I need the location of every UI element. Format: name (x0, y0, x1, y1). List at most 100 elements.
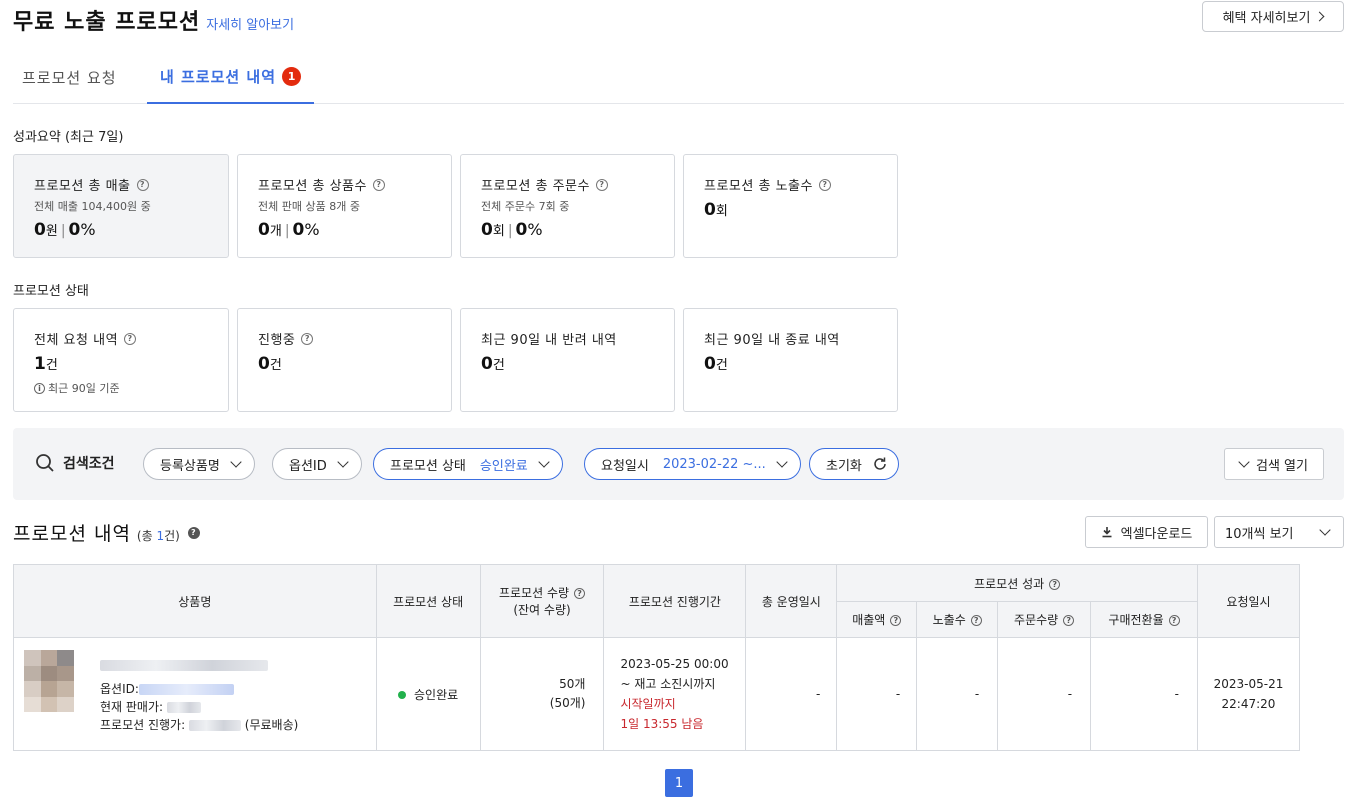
help-icon[interactable]: ? (574, 588, 586, 599)
card-value: 0건 (258, 354, 282, 374)
help-icon[interactable]: ? (970, 615, 982, 626)
summary-card-products[interactable]: 프로모션 총 상품수? 전체 판매 상품 8개 중 0개 | 0% (237, 154, 452, 258)
shipping-note: (무료배송) (244, 718, 299, 732)
card-title: 최근 90일 내 종료 내역 (704, 333, 840, 348)
col-header-performance: 프로모션 성과? (836, 564, 1198, 602)
col-header-product: 상품명 (13, 564, 377, 638)
card-value: 0회 (704, 200, 728, 220)
requested-cell: 2023-05-21 22:47:20 (1196, 637, 1301, 751)
promotion-status-filter[interactable]: 프로모션 상태 승인완료 (373, 448, 563, 480)
card-value: 1건 (34, 354, 58, 374)
list-count: (총 1건) (136, 529, 180, 543)
chevron-down-icon (776, 456, 788, 468)
help-icon[interactable]: ? (1049, 578, 1061, 590)
help-icon[interactable]: ? (890, 615, 902, 626)
col-header-period: 프로모션 진행기간 (603, 564, 747, 638)
col-header-qty: 프로모션 수량? (잔여 수량) (479, 564, 605, 638)
card-subtext: 전체 매출 104,400원 중 (34, 200, 151, 213)
benefit-details-label: 혜택 자세히보기 (1222, 11, 1311, 26)
conversion-cell: - (1090, 637, 1198, 751)
col-header-status: 프로모션 상태 (375, 564, 481, 638)
status-card-rejected[interactable]: 최근 90일 내 반려 내역 0건 (460, 308, 675, 412)
option-id-filter[interactable]: 옵션ID (272, 448, 362, 480)
chevron-down-icon (337, 456, 349, 468)
card-title: 최근 90일 내 반려 내역 (481, 333, 617, 348)
tab-label: 프로모션 요청 (22, 68, 117, 87)
card-title: 프로모션 총 매출 (34, 179, 131, 194)
help-icon[interactable]: ? (187, 526, 200, 539)
status-card-in-progress[interactable]: 진행중? 0건 (237, 308, 452, 412)
chevron-down-icon (1319, 524, 1331, 536)
current-price-label: 현재 판매가: (100, 700, 164, 714)
benefit-details-button[interactable]: 혜택 자세히보기 (1202, 1, 1344, 32)
excel-download-button[interactable]: 엑셀다운로드 (1085, 516, 1208, 548)
learn-more-link[interactable]: 자세히 알아보기 (206, 14, 294, 33)
card-subtext: 전체 주문수 7회 중 (481, 200, 570, 213)
tab-bar: 프로모션 요청 내 프로모션 내역 1 (13, 50, 1344, 104)
period-cell: 2023-05-25 00:00 ~ 재고 소진시까지 시작일까지 1일 13:… (603, 637, 747, 751)
card-title: 진행중 (258, 333, 296, 348)
help-icon[interactable]: ? (372, 178, 385, 191)
chevron-down-icon (1238, 456, 1250, 468)
option-id-value[interactable] (138, 684, 234, 695)
help-icon[interactable]: ? (301, 332, 314, 345)
promotion-table: 상품명 프로모션 상태 프로모션 수량? (잔여 수량) 프로모션 진행기간 총 … (13, 564, 1301, 751)
help-icon[interactable]: ? (136, 178, 149, 191)
card-value: 0회 | 0% (481, 220, 543, 240)
card-title: 프로모션 총 노출수 (704, 179, 813, 194)
card-note: 최근 90일 기준 (48, 382, 120, 395)
chevron-down-icon (230, 456, 242, 468)
qty-cell: 50개 (50개) (479, 637, 605, 751)
product-name-filter[interactable]: 등록상품명 (143, 448, 255, 480)
help-icon[interactable]: ? (1063, 615, 1075, 626)
request-date-filter[interactable]: 요청일시 2023-02-22 ~... (584, 448, 801, 480)
col-header-requested: 요청일시 (1196, 564, 1301, 638)
product-thumbnail[interactable] (24, 650, 74, 712)
card-title: 프로모션 총 상품수 (258, 179, 367, 194)
search-filter-bar: 검색조건 등록상품명 옵션ID 프로모션 상태 승인완료 요청일시 2023-02-… (13, 428, 1344, 500)
page-title: 무료 노출 프로모션 (13, 10, 201, 35)
promo-price-label: 프로모션 진행가: (100, 718, 186, 732)
page-size-select[interactable]: 10개씩 보기 (1214, 516, 1344, 548)
help-icon[interactable]: ? (124, 332, 137, 345)
help-icon[interactable]: ? (818, 178, 831, 191)
approved-dot-icon (398, 691, 406, 699)
col-header-sales: 매출액? (836, 601, 918, 638)
card-value: 0개 | 0% (258, 220, 320, 240)
pagination-page-1[interactable]: 1 (665, 769, 693, 797)
search-icon (36, 454, 54, 472)
card-title: 전체 요청 내역 (34, 333, 119, 348)
card-value: 0건 (481, 354, 505, 374)
page-header: 무료 노출 프로모션 자세히 알아보기 (13, 4, 294, 38)
summary-card-orders[interactable]: 프로모션 총 주문수? 전체 주문수 7회 중 0회 | 0% (460, 154, 675, 258)
help-icon[interactable]: ? (595, 178, 608, 191)
table-row[interactable]: 옵션ID: 현재 판매가: 프로모션 진행가: (무료배송) 승인완료 50개(… (13, 637, 1301, 751)
card-title: 프로모션 총 주문수 (481, 179, 590, 194)
status-text: 승인완료 (414, 687, 459, 702)
product-name[interactable] (100, 658, 268, 672)
option-id-label: 옵션ID: (100, 682, 139, 696)
reset-button[interactable]: 초기화 (809, 448, 899, 480)
summary-card-views[interactable]: 프로모션 총 노출수? 0회 (683, 154, 898, 258)
summary-section-label: 성과요약 (최근 7일) (13, 130, 124, 145)
orders-cell: - (997, 637, 1092, 751)
col-header-orders: 주문수량? (997, 601, 1092, 638)
info-icon: i (34, 382, 45, 394)
open-search-button[interactable]: 검색 열기 (1224, 448, 1324, 480)
tab-promotion-request[interactable]: 프로모션 요청 (22, 50, 117, 104)
status-card-all-requests[interactable]: 전체 요청 내역? 1건 i 최근 90일 기준 (13, 308, 229, 412)
card-value: 0원 | 0% (34, 220, 96, 240)
views-cell: - (916, 637, 999, 751)
help-icon[interactable]: ? (1168, 615, 1180, 626)
status-card-ended[interactable]: 최근 90일 내 종료 내역 0건 (683, 308, 898, 412)
tab-my-promotions[interactable]: 내 프로모션 내역 1 (147, 50, 314, 104)
sales-cell: - (836, 637, 918, 751)
tab-label: 내 프로모션 내역 (159, 67, 277, 86)
chevron-down-icon (538, 456, 550, 468)
col-header-days: 총 운영일시 (745, 564, 838, 638)
product-cell: 옵션ID: 현재 판매가: 프로모션 진행가: (무료배송) (13, 637, 377, 751)
summary-card-sales[interactable]: 프로모션 총 매출? 전체 매출 104,400원 중 0원 | 0% (13, 154, 229, 258)
promotion-list-title: 프로모션 내역 (총 1건) ? (13, 519, 200, 546)
col-header-conversion: 구매전환율? (1090, 601, 1198, 638)
col-header-views: 노출수? (916, 601, 999, 638)
